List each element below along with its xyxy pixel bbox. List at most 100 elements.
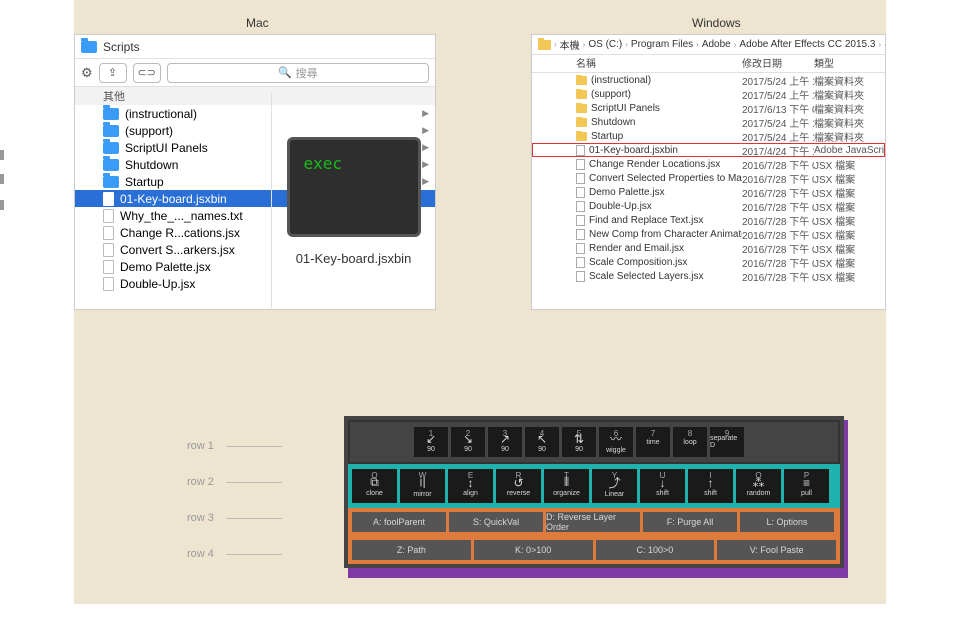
windows-explorer-window: ›本機›OS (C:)›Program Files›Adobe›Adobe Af… [531, 34, 886, 310]
breadcrumb-item[interactable]: Support [884, 39, 885, 50]
file-icon [576, 173, 585, 184]
file-icon [103, 243, 114, 257]
keyboard-panel: 1↙902↘903↗904↖905⇅906〰wiggle7time8loop9s… [344, 416, 844, 568]
keyboard-key[interactable]: U↓shift [640, 469, 685, 503]
folder-icon [103, 125, 119, 137]
keyboard-key[interactable]: D: Reverse Layer Order [546, 512, 640, 532]
keyboard-key[interactable]: 2↘90 [451, 427, 485, 457]
explorer-item[interactable]: Startup2017/5/24 上午 1...檔案資料夾 [532, 129, 885, 143]
folder-icon [576, 118, 587, 127]
preview-filename: 01-Key-board.jsxbin [296, 251, 412, 266]
keyboard-key[interactable]: F: Purge All [643, 512, 737, 532]
preview-pane: exec 01-Key-board.jsxbin [271, 92, 435, 310]
keyboard-key[interactable]: 4↖90 [525, 427, 559, 457]
keyboard-key[interactable]: T⦀organize [544, 469, 589, 503]
folder-icon [81, 41, 97, 53]
share-button[interactable]: ⇪ [99, 63, 127, 83]
keyboard-key[interactable]: R↺reverse [496, 469, 541, 503]
keyboard-key[interactable]: K: 0>100 [474, 540, 593, 560]
breadcrumb-item[interactable]: OS (C:) [588, 39, 622, 50]
explorer-item[interactable]: Double-Up.jsx2016/7/28 下午 0...JSX 檔案 [532, 199, 885, 213]
file-icon [576, 257, 585, 268]
explorer-item[interactable]: Shutdown2017/5/24 上午 1...檔案資料夾 [532, 115, 885, 129]
folder-icon [576, 132, 587, 141]
keyboard-key[interactable]: 1↙90 [414, 427, 448, 457]
row-labels: row 1row 2row 3row 4 [187, 440, 282, 560]
mac-finder-window: Scripts ⚙︎ ⇪ ⊂⊃ 🔍 搜尋 其他 (instructional)▶… [74, 34, 436, 310]
keyboard-key[interactable]: O⁂random [736, 469, 781, 503]
keyboard-key[interactable]: C: 100>0 [596, 540, 715, 560]
breadcrumb-item[interactable]: Program Files [631, 39, 693, 50]
explorer-item[interactable]: Demo Palette.jsx2016/7/28 下午 0...JSX 檔案 [532, 185, 885, 199]
explorer-item[interactable]: 01-Key-board.jsxbin2017/4/24 下午 1...Adob… [532, 143, 885, 157]
tags-button[interactable]: ⊂⊃ [133, 63, 161, 83]
keyboard-key[interactable]: A: foolParent [352, 512, 446, 532]
row-label: row 4 [187, 548, 282, 560]
file-icon [576, 271, 585, 282]
keyboard-key[interactable]: 8loop [673, 427, 707, 457]
folder-icon [538, 40, 551, 50]
file-icon [103, 192, 114, 206]
explorer-item[interactable]: Render and Email.jsx2016/7/28 下午 0...JSX… [532, 241, 885, 255]
explorer-item[interactable]: Convert Selected Properties to Marker...… [532, 171, 885, 185]
file-icon [576, 229, 585, 240]
keyboard-key[interactable]: 7time [636, 427, 670, 457]
mac-label: Mac [246, 16, 269, 30]
file-icon [576, 145, 585, 156]
folder-icon [103, 159, 119, 171]
keyboard-key[interactable]: 5⇅90 [562, 427, 596, 457]
keyboard-key[interactable]: V: Fool Paste [717, 540, 836, 560]
folder-icon [103, 142, 119, 154]
file-icon [103, 277, 114, 291]
explorer-item[interactable]: (support)2017/5/24 上午 1...檔案資料夾 [532, 87, 885, 101]
finder-folder-name: Scripts [103, 40, 140, 54]
folder-icon [103, 176, 119, 188]
explorer-item[interactable]: (instructional)2017/5/24 上午 1...檔案資料夾 [532, 73, 885, 87]
file-icon [576, 243, 585, 254]
explorer-item[interactable]: Scale Composition.jsx2016/7/28 下午 0...JS… [532, 255, 885, 269]
explorer-item[interactable]: Find and Replace Text.jsx2016/7/28 下午 0.… [532, 213, 885, 227]
explorer-item[interactable]: Change Render Locations.jsx2016/7/28 下午 … [532, 157, 885, 171]
file-icon [103, 260, 114, 274]
folder-icon [576, 90, 587, 99]
row-label: row 1 [187, 440, 282, 452]
breadcrumb-item[interactable]: Adobe After Effects CC 2015.3 [739, 39, 875, 50]
breadcrumb-item[interactable]: 本機 [560, 37, 580, 52]
explorer-item[interactable]: Scale Selected Layers.jsx2016/7/28 下午 0.… [532, 269, 885, 283]
keyboard-key[interactable]: 9separate D [710, 427, 744, 457]
explorer-item[interactable]: ScriptUI Panels2017/6/13 下午 0...檔案資料夾 [532, 101, 885, 115]
folder-icon [103, 108, 119, 120]
keyboard-key[interactable]: L: Options [740, 512, 834, 532]
keyboard-row-3: A: foolParentS: QuickValD: Reverse Layer… [348, 508, 840, 536]
keyboard-row-4: Z: PathK: 0>100C: 100>0V: Fool Paste [348, 536, 840, 564]
keyboard-key[interactable]: W〢mirror [400, 469, 445, 503]
keyboard-key[interactable]: 3↗90 [488, 427, 522, 457]
file-icon [103, 226, 114, 240]
finder-path-bar: Scripts [75, 35, 435, 59]
breadcrumb-item[interactable]: Adobe [702, 39, 731, 50]
keyboard-key[interactable]: Y⤴Linear [592, 469, 637, 503]
folder-icon [576, 104, 587, 113]
keyboard-key[interactable]: I↑shift [688, 469, 733, 503]
column-headers[interactable]: 名稱 修改日期 類型 [532, 55, 885, 73]
file-icon [576, 215, 585, 226]
keyboard-key[interactable]: P≡pull [784, 469, 829, 503]
keyboard-key[interactable]: Z: Path [352, 540, 471, 560]
file-icon [576, 187, 585, 198]
search-input[interactable]: 🔍 搜尋 [167, 63, 429, 83]
keyboard-row-2: Q⧉cloneW〢mirrorE↕alignR↺reverseT⦀organiz… [348, 464, 840, 508]
file-icon [576, 201, 585, 212]
keyboard-key[interactable]: Q⧉clone [352, 469, 397, 503]
exec-thumbnail: exec [287, 137, 421, 237]
row-label: row 3 [187, 512, 282, 524]
windows-label: Windows [692, 16, 741, 30]
keyboard-row-1: 1↙902↘903↗904↖905⇅906〰wiggle7time8loop9s… [348, 420, 840, 464]
keyboard-key[interactable]: S: QuickVal [449, 512, 543, 532]
file-icon [103, 209, 114, 223]
gear-icon[interactable]: ⚙︎ [81, 65, 93, 81]
keyboard-key[interactable]: E↕align [448, 469, 493, 503]
breadcrumb[interactable]: ›本機›OS (C:)›Program Files›Adobe›Adobe Af… [532, 35, 885, 55]
explorer-item[interactable]: New Comp from Character Animator R...201… [532, 227, 885, 241]
keyboard-key[interactable]: 6〰wiggle [599, 427, 633, 457]
file-icon [576, 159, 585, 170]
